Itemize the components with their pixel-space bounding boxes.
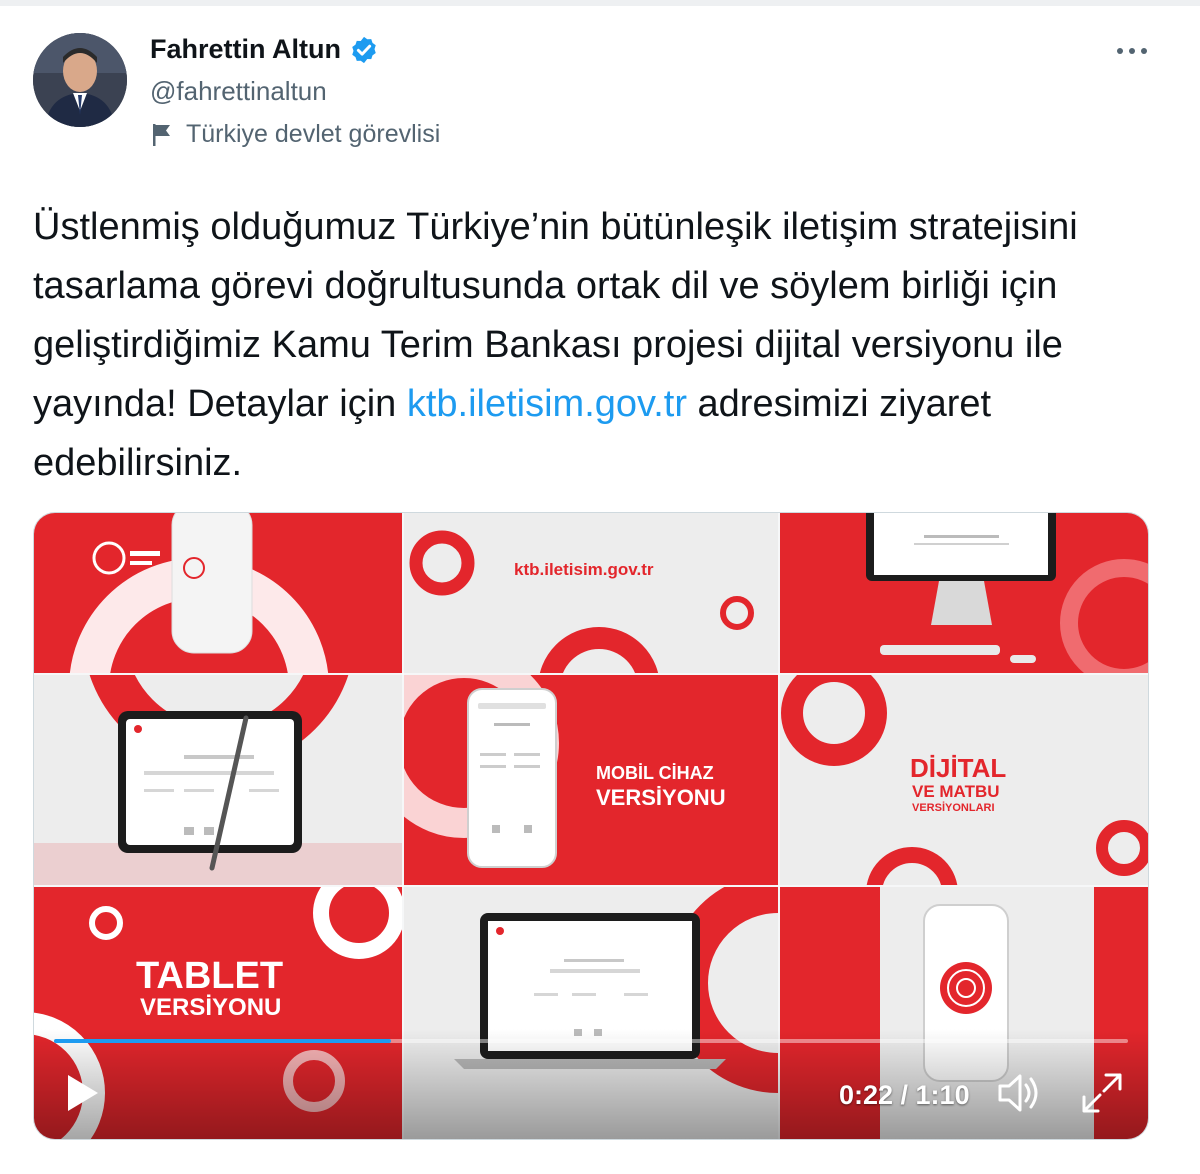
- frame-url-text: ktb.iletisim.gov.tr: [514, 560, 654, 579]
- frame-digital-line1: DİJİTAL: [910, 753, 1006, 783]
- frame-digital-line2: VE MATBU: [912, 782, 1000, 801]
- tweet-text: Üstlenmiş olduğumuz Türkiye’nin bütünleş…: [33, 198, 1163, 493]
- verified-badge-icon: [349, 35, 379, 65]
- top-divider: [0, 0, 1200, 6]
- video-progress-bar[interactable]: [54, 1039, 1128, 1043]
- author-handle[interactable]: @fahrettinaltun: [150, 76, 327, 107]
- video-player[interactable]: ktb.iletisim.gov.tr MOBİL CİHAZ VERSİYON…: [33, 512, 1149, 1140]
- volume-icon[interactable]: [996, 1071, 1042, 1115]
- video-time: 0:22 / 1:10: [839, 1080, 970, 1110]
- frame-mobile-line2: VERSİYONU: [596, 785, 726, 810]
- more-options-icon[interactable]: [1112, 38, 1152, 64]
- frame-mobile-line1: MOBİL CİHAZ: [596, 763, 714, 783]
- frame-tablet-line1: TABLET: [136, 955, 283, 997]
- avatar-image: [33, 33, 127, 127]
- frame-digital-line3: VERSİYONLARI: [912, 801, 995, 814]
- video-controls: 0:22 / 1:10: [34, 1029, 1148, 1139]
- flag-icon: [150, 122, 174, 148]
- tweet-link[interactable]: ktb.iletisim.gov.tr: [407, 383, 687, 425]
- fullscreen-icon[interactable]: [1080, 1071, 1124, 1115]
- frame-cell-desktop: [780, 513, 1148, 673]
- more-dot: [1117, 48, 1123, 54]
- more-dot: [1141, 48, 1147, 54]
- play-icon[interactable]: [62, 1071, 102, 1115]
- frame-tablet-line2: VERSİYONU: [140, 994, 281, 1021]
- frame-cell-mobile: MOBİL CİHAZ VERSİYONU: [404, 675, 778, 885]
- author-avatar[interactable]: [33, 33, 127, 127]
- author-display-name[interactable]: Fahrettin Altun: [150, 34, 341, 65]
- more-dot: [1129, 48, 1135, 54]
- author-name-row: Fahrettin Altun: [150, 34, 379, 65]
- author-label: Türkiye devlet görevlisi: [186, 120, 441, 148]
- author-label-row: Türkiye devlet görevlisi: [150, 120, 440, 149]
- video-progress-fill: [54, 1039, 392, 1043]
